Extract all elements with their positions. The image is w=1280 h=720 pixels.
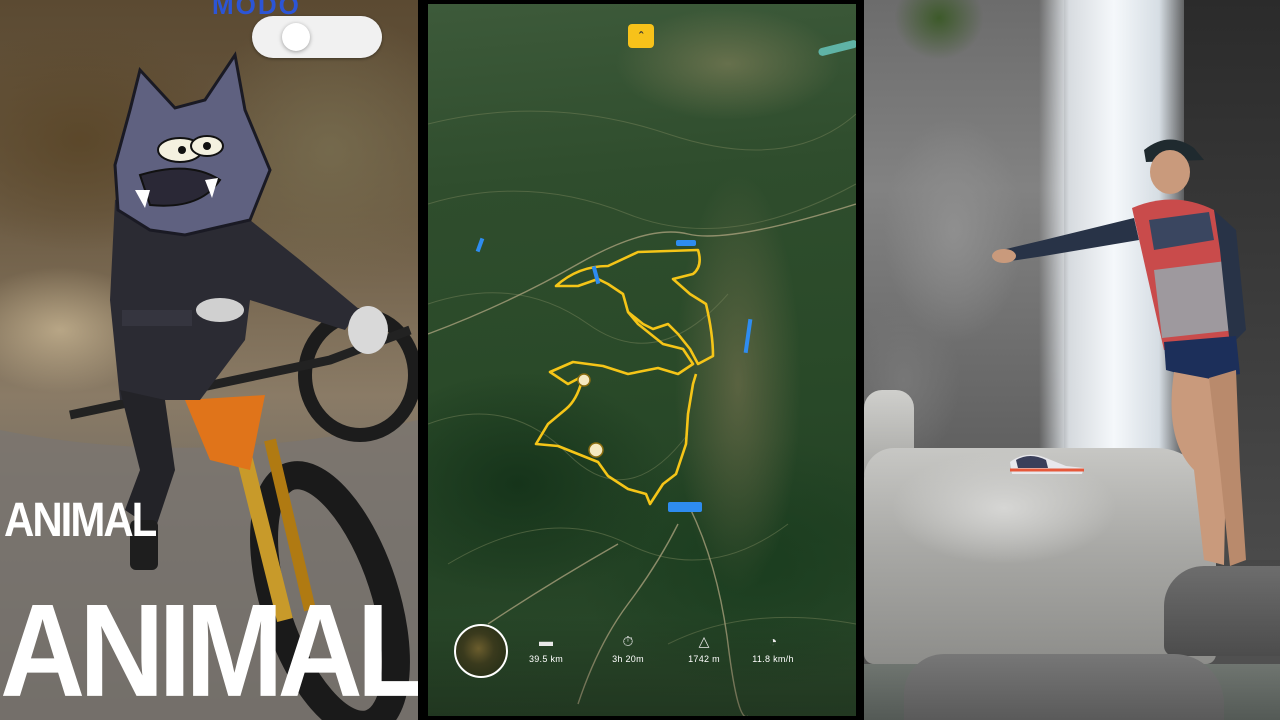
stat-value: 39.5 km [528,654,564,664]
stat-speed: ◔ 11.8 km/h [733,632,813,664]
stat-duration: ⏱ 3h 20m [588,632,668,664]
ruler-icon: ▬ [539,633,553,649]
minimap-thumbnail[interactable] [454,624,508,678]
caption-small: ANIMAL [4,492,157,547]
route-map-panel[interactable]: ˆ ▬ 39.5 km ⏱ 3h 20m △ 1742 m ◔ 11.8 km/… [428,4,856,716]
stat-value: 1742 m [688,654,720,664]
wolf-mascot-icon [113,51,272,237]
stat-distance: ▬ 39.5 km [506,632,586,664]
rider-photo-panel: MODO ANIMAL ANIMAL [0,0,418,720]
waterfall-photo-panel [864,0,1280,720]
speedometer-icon: ◔ [768,633,778,649]
stopwatch-icon: ⏱ [622,633,634,649]
chevron-up-icon[interactable]: ˆ [628,24,654,48]
stat-elevation: △ 1742 m [664,632,744,664]
person-figure [992,139,1246,566]
mountain-icon: △ [698,633,710,649]
map-terrain [428,110,856,716]
stat-value: 11.8 km/h [752,654,794,664]
panel-divider [418,0,428,720]
caption-large: ANIMAL [0,577,418,720]
stat-value: 3h 20m [612,654,644,664]
route-track [534,248,715,506]
panel-divider [856,0,864,720]
